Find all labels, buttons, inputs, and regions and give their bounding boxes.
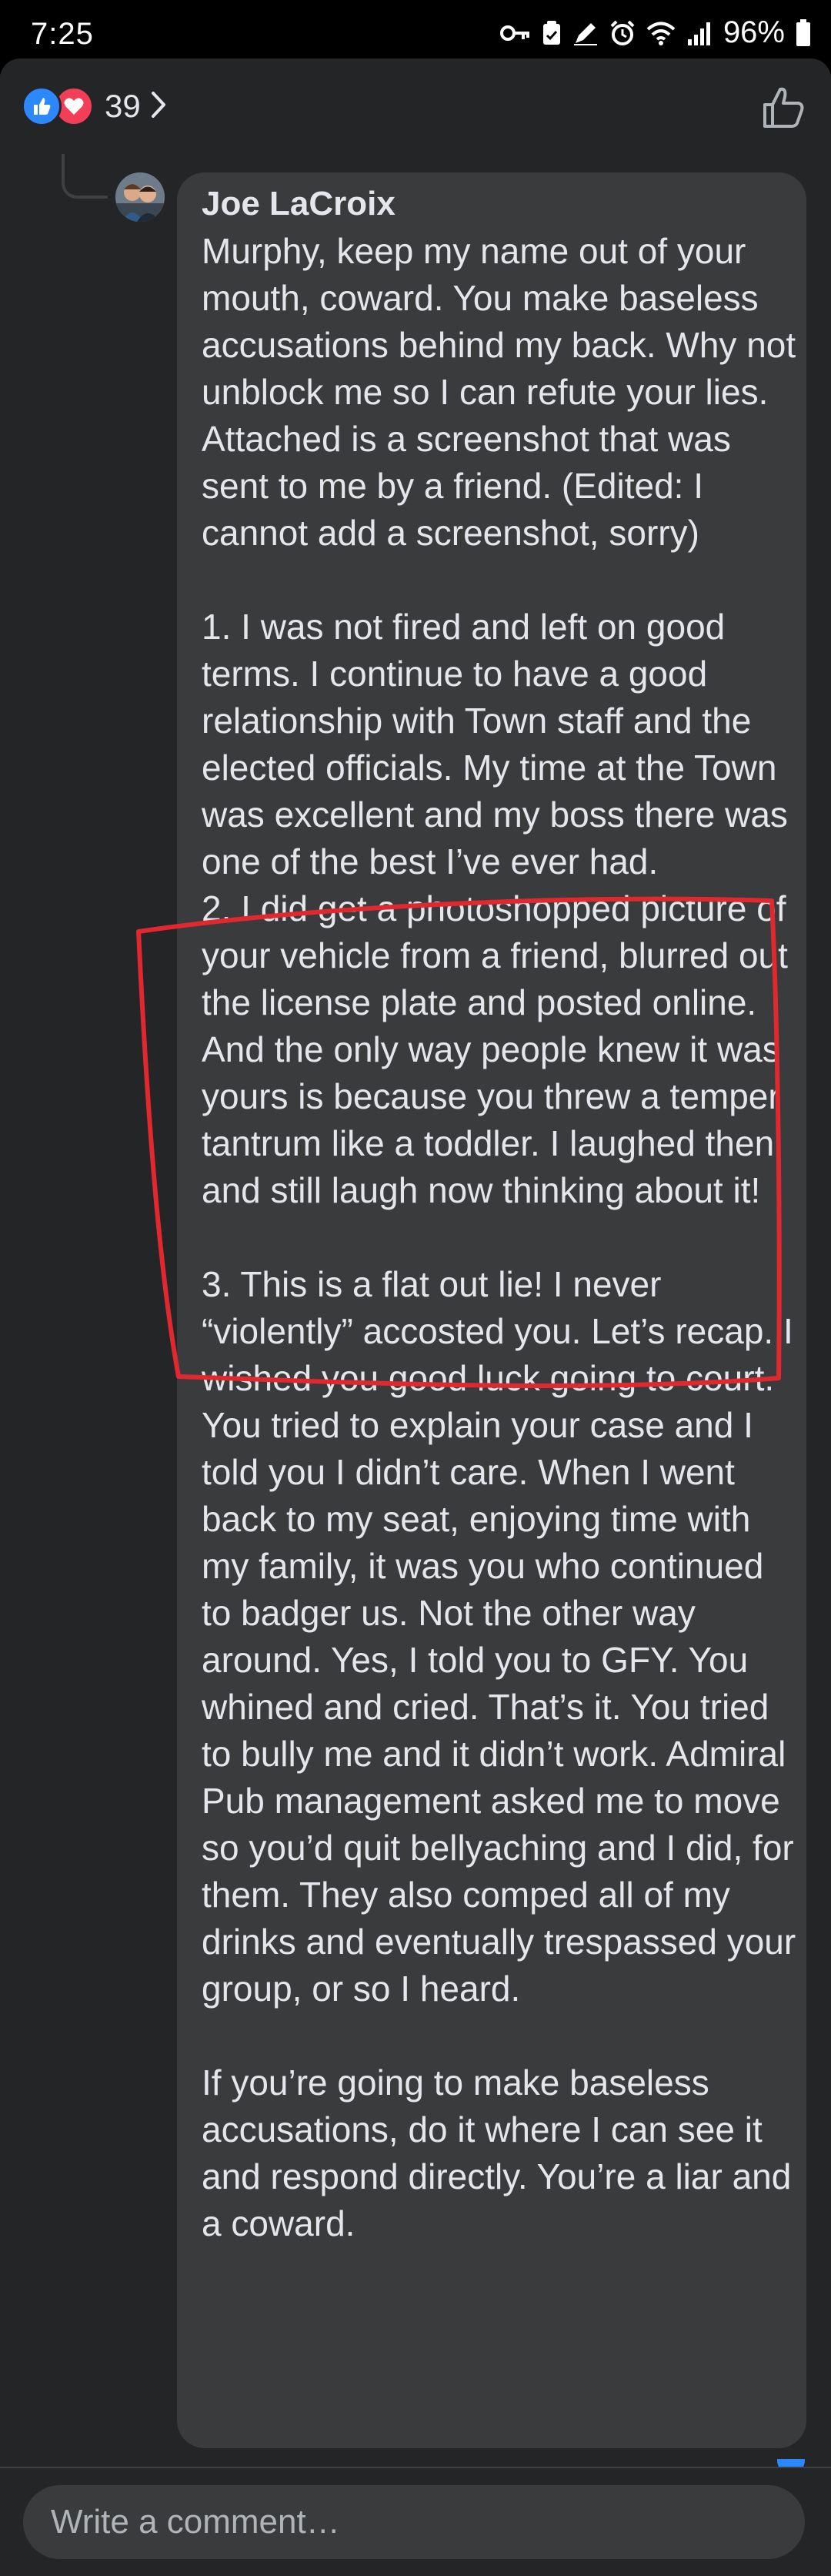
pen-icon [572, 20, 599, 46]
alarm-icon [609, 20, 636, 46]
like-reaction-icon [22, 86, 62, 126]
battery-percent: 96% [723, 15, 785, 49]
comment-input[interactable] [23, 2485, 805, 2559]
chevron-right-icon [150, 91, 167, 122]
comment-text: Murphy, keep my name out of your mouth, … [202, 231, 796, 2243]
thumbs-up-icon [763, 87, 804, 128]
key-icon [499, 22, 531, 45]
reply-thread-line [62, 154, 108, 199]
comment-author[interactable]: Joe LaCroix [202, 185, 395, 223]
comment-composer [0, 2467, 831, 2576]
reactions-summary[interactable]: 39 [22, 83, 167, 129]
clipboard-icon [542, 20, 562, 46]
battery-icon [796, 18, 811, 47]
status-icons: 96% [499, 15, 811, 50]
avatar[interactable] [115, 172, 165, 222]
status-time: 7:25 [31, 17, 94, 51]
reaction-count: 39 [105, 88, 141, 124]
signal-icon [686, 21, 713, 45]
comment-bubble: Joe LaCroix Murphy, keep my name out of … [177, 172, 806, 2448]
like-button[interactable] [759, 83, 808, 132]
wifi-icon [646, 21, 676, 45]
